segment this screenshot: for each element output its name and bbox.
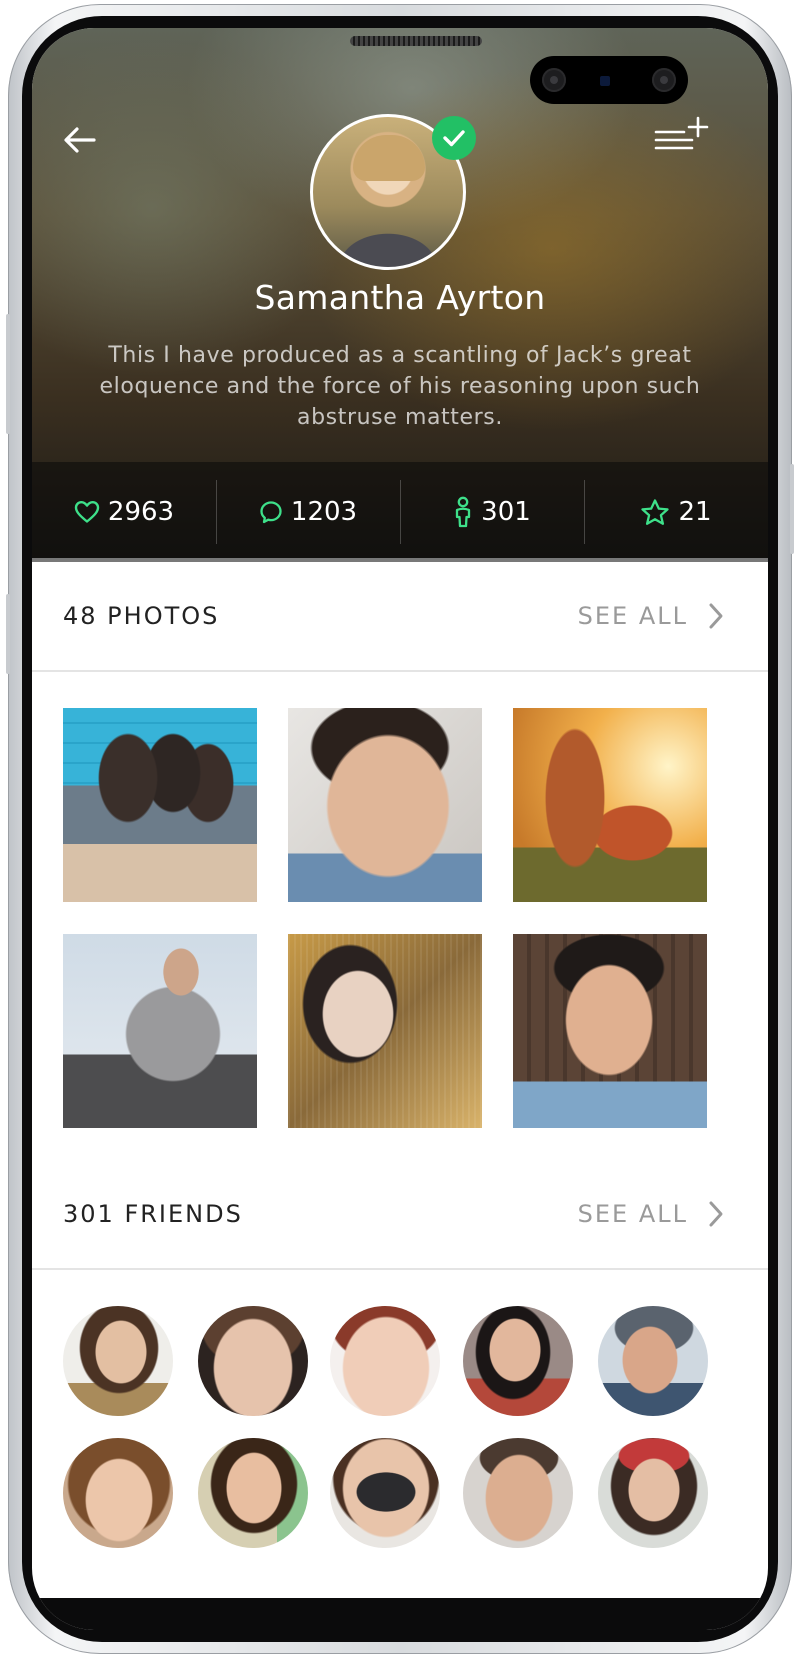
menu-add-icon[interactable] <box>654 116 710 152</box>
see-all-label: SEE ALL <box>577 1200 688 1228</box>
camera-sensor <box>600 76 610 86</box>
photo-thumbnail[interactable] <box>288 934 482 1128</box>
photo-thumbnail[interactable] <box>288 708 482 902</box>
friend-avatar[interactable] <box>598 1306 708 1416</box>
side-button <box>6 314 10 434</box>
photo-thumbnail[interactable] <box>513 708 707 902</box>
back-arrow-icon[interactable] <box>62 124 98 156</box>
friend-avatar[interactable] <box>198 1438 308 1548</box>
camera-lens <box>652 68 676 92</box>
stat-likes-value: 2963 <box>107 497 175 527</box>
friend-avatar[interactable] <box>63 1306 173 1416</box>
photo-thumbnail[interactable] <box>63 708 257 902</box>
profile-header: Samantha Ayrton This I have produced as … <box>32 28 768 562</box>
photos-section-header: 48 PHOTOS SEE ALL <box>32 562 768 672</box>
stat-favorites-value: 21 <box>678 497 712 527</box>
friend-avatar[interactable] <box>463 1438 573 1548</box>
stat-comments[interactable]: 1203 <box>216 462 400 562</box>
check-icon <box>443 130 465 147</box>
photo-thumbnail[interactable] <box>63 934 257 1128</box>
photos-see-all-link[interactable]: SEE ALL <box>578 602 724 630</box>
chevron-right-icon <box>709 603 723 629</box>
heart-icon <box>74 501 100 523</box>
stats-bar: 2963 1203 301 21 <box>32 462 768 562</box>
see-all-label: SEE ALL <box>577 602 688 630</box>
friend-avatar[interactable] <box>198 1306 308 1416</box>
side-button <box>790 464 794 554</box>
star-icon <box>641 499 670 525</box>
verified-badge <box>432 116 476 160</box>
camera-lens <box>542 68 566 92</box>
person-icon <box>456 496 471 528</box>
friends-title: 301 FRIENDS <box>63 1200 243 1228</box>
friend-avatar[interactable] <box>598 1438 708 1548</box>
stat-favorites[interactable]: 21 <box>584 462 768 562</box>
avatar-hair <box>353 135 425 181</box>
friends-section-header: 301 FRIENDS SEE ALL <box>32 1160 768 1270</box>
camera-cutout <box>530 56 688 104</box>
friend-avatar[interactable] <box>330 1306 440 1416</box>
profile-bio: This I have produced as a scantling of J… <box>99 343 701 430</box>
chevron-right-icon <box>709 1201 723 1227</box>
stat-followers[interactable]: 301 <box>400 462 584 562</box>
device-frame: Samantha Ayrton This I have produced as … <box>6 4 794 1654</box>
photo-thumbnail[interactable] <box>513 934 707 1128</box>
side-button <box>6 594 10 674</box>
earpiece-speaker <box>350 36 482 46</box>
screen-bottom-edge <box>32 1598 768 1630</box>
chat-bubble-icon <box>260 501 282 524</box>
profile-name: Samantha Ayrton <box>254 278 546 317</box>
screen: Samantha Ayrton This I have produced as … <box>32 28 768 1630</box>
stat-comments-value: 1203 <box>290 497 358 527</box>
friends-see-all-link[interactable]: SEE ALL <box>578 1200 724 1228</box>
friend-avatar[interactable] <box>330 1438 440 1548</box>
stat-likes[interactable]: 2963 <box>32 462 216 562</box>
photos-title: 48 PHOTOS <box>63 602 220 630</box>
stat-followers-value: 301 <box>481 497 531 527</box>
friend-avatar[interactable] <box>463 1306 573 1416</box>
friend-avatar[interactable] <box>63 1438 173 1548</box>
